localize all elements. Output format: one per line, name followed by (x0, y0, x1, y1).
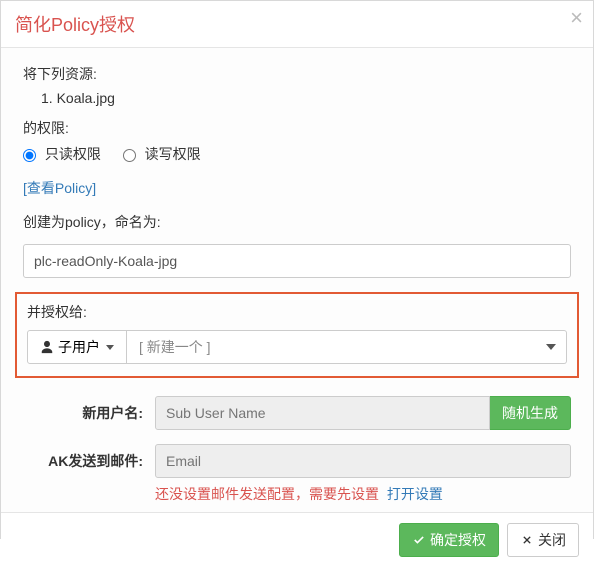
grantee-row: 子用户 [ 新建一个 ] (27, 330, 567, 364)
check-icon (412, 533, 426, 547)
permissions-radio-row: 只读权限 读写权限 (23, 144, 571, 164)
modal-header: 简化Policy授权 × (1, 1, 593, 48)
chevron-down-icon (106, 345, 114, 350)
ak-email-help: 还没设置邮件发送配置，需要先设置 打开设置 (155, 484, 571, 504)
modal-body: 将下列资源: 1. Koala.jpg 的权限: 只读权限 读写权限 [查看Po… (1, 48, 593, 512)
ak-email-label: AK发送到邮件: (23, 451, 155, 471)
grantee-type-dropdown[interactable]: 子用户 (27, 330, 127, 364)
resources-label: 将下列资源: (23, 64, 571, 84)
grant-to-section: 并授权给: 子用户 [ 新建一个 ] (15, 292, 579, 378)
perm-readwrite-label: 读写权限 (145, 146, 201, 162)
policy-name-input[interactable] (23, 244, 571, 278)
policy-name-label: 创建为policy，命名为: (23, 212, 571, 232)
view-policy-link[interactable]: [查看Policy] (23, 178, 96, 198)
grantee-type-label: 子用户 (58, 337, 100, 357)
perm-readwrite-option[interactable]: 读写权限 (123, 146, 201, 162)
open-settings-link[interactable]: 打开设置 (387, 486, 443, 502)
new-user-row: 新用户名: 随机生成 (23, 396, 571, 430)
close-icon (520, 533, 534, 547)
close-button[interactable]: 关闭 (507, 523, 579, 557)
new-user-input[interactable] (155, 396, 490, 430)
modal-title: 简化Policy授权 (15, 11, 579, 37)
resource-index: 1. (41, 90, 53, 106)
resource-item: 1. Koala.jpg (41, 90, 571, 106)
close-button-label: 关闭 (538, 530, 566, 550)
grantee-select-placeholder: [ 新建一个 ] (139, 337, 211, 357)
modal-dialog: 简化Policy授权 × 将下列资源: 1. Koala.jpg 的权限: 只读… (0, 0, 594, 539)
user-icon (40, 340, 54, 354)
perm-readonly-label: 只读权限 (45, 146, 101, 162)
perm-readonly-option[interactable]: 只读权限 (23, 146, 105, 162)
chevron-down-icon (546, 344, 556, 350)
grantee-select[interactable]: [ 新建一个 ] (127, 330, 567, 364)
permissions-label: 的权限: (23, 118, 571, 138)
resource-name: Koala.jpg (57, 90, 115, 106)
perm-readonly-radio[interactable] (23, 149, 36, 162)
new-user-label: 新用户名: (23, 403, 155, 423)
ak-email-warning: 还没设置邮件发送配置，需要先设置 (155, 486, 379, 502)
ak-email-input[interactable] (155, 444, 571, 478)
perm-readwrite-radio[interactable] (123, 149, 136, 162)
close-icon[interactable]: × (570, 7, 583, 29)
random-generate-button[interactable]: 随机生成 (490, 396, 571, 430)
confirm-authorize-button[interactable]: 确定授权 (399, 523, 499, 557)
confirm-authorize-label: 确定授权 (430, 530, 486, 550)
grant-to-label: 并授权给: (27, 302, 567, 322)
ak-email-row: AK发送到邮件: (23, 444, 571, 478)
modal-footer: 确定授权 关闭 (1, 512, 593, 567)
